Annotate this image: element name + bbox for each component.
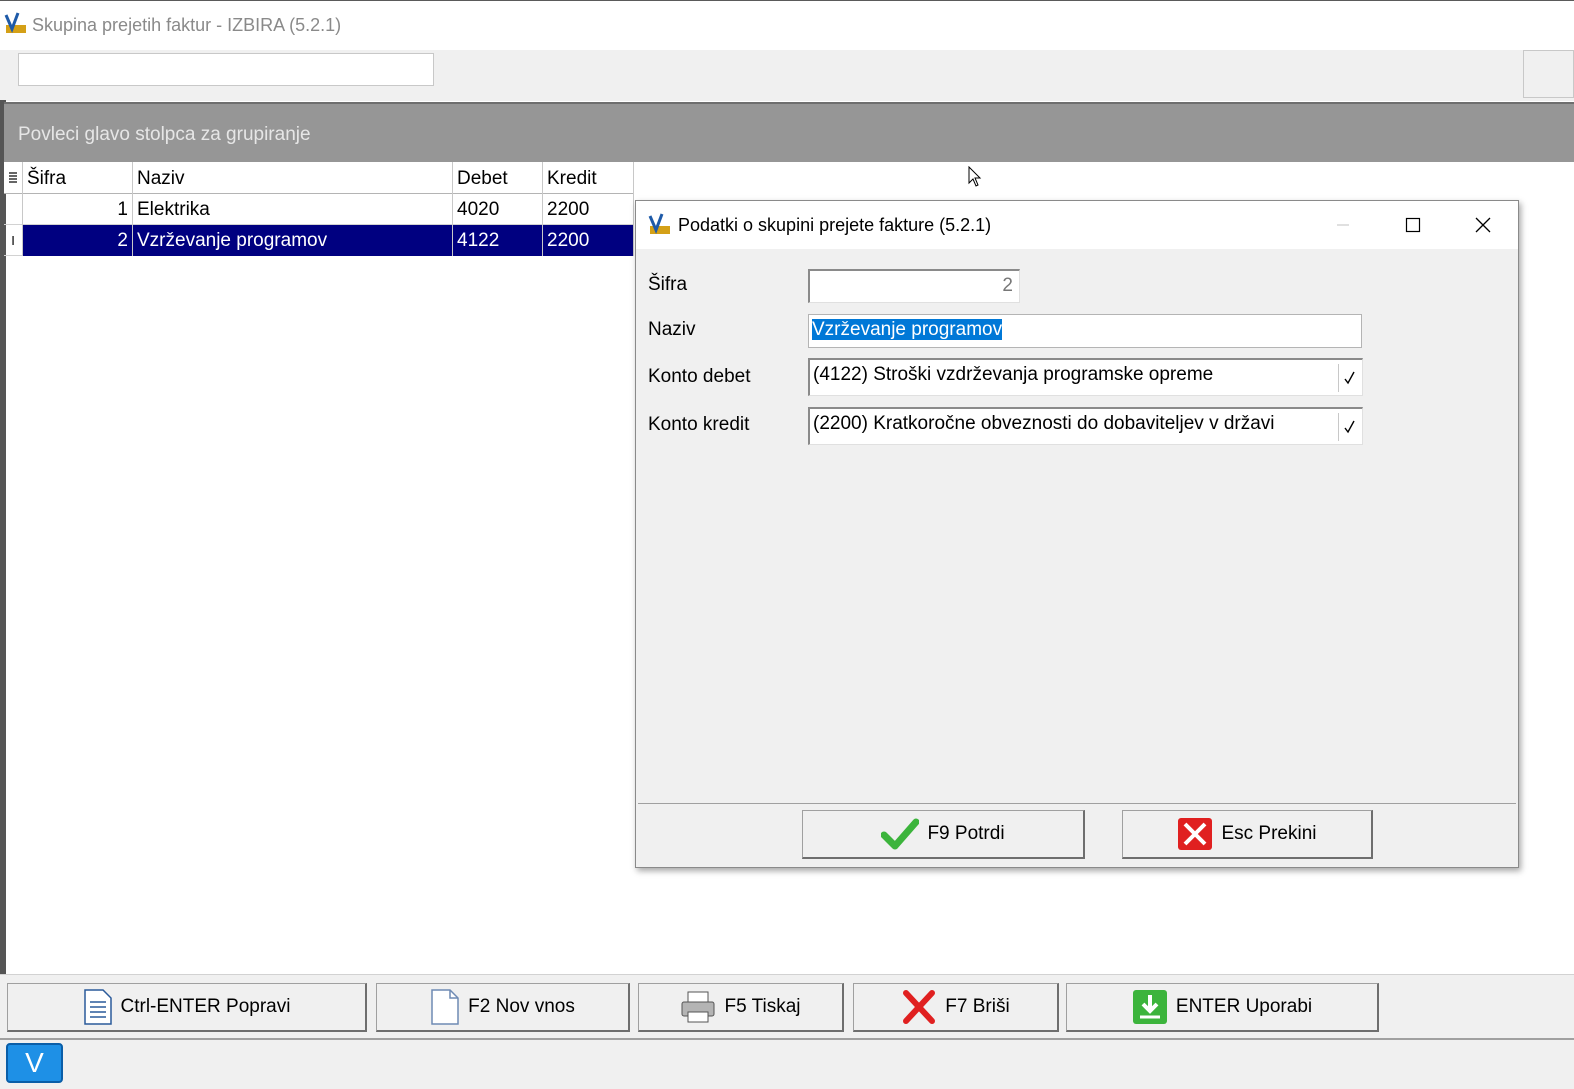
cell-kredit[interactable]: 2200 <box>543 225 634 256</box>
new-document-icon <box>431 989 459 1025</box>
table-row[interactable]: 1 Elektrika 4020 2200 <box>4 194 634 225</box>
sifra-field[interactable]: 2 <box>808 269 1020 303</box>
app-logo-icon <box>648 213 670 235</box>
dialog-title: Podatki o skupini prejete fakture (5.2.1… <box>678 215 992 235</box>
print-button[interactable]: F5 Tiskaj <box>638 983 844 1032</box>
checkmark-icon <box>881 818 920 850</box>
use-button-label: ENTER Uporabi <box>1175 996 1313 1017</box>
data-grid: Šifra Naziv Debet Kredit 1 Elektrika 402… <box>4 162 634 256</box>
konto-kredit-combobox[interactable]: (2200) Kratkoročne obveznosti do dobavit… <box>808 407 1363 445</box>
edit-dialog: Podatki o skupini prejete fakture (5.2.1… <box>635 200 1519 868</box>
column-chooser-icon[interactable] <box>4 162 23 194</box>
close-icon <box>1475 217 1491 233</box>
konto-kredit-value: (2200) Kratkoročne obveznosti do dobavit… <box>813 413 1275 434</box>
cell-sifra[interactable]: 2 <box>23 225 133 256</box>
delete-button[interactable]: F7 Briši <box>853 983 1059 1032</box>
maximize-icon <box>1405 217 1421 233</box>
combo-check-icon <box>1343 371 1355 385</box>
konto-kredit-dropdown-button[interactable] <box>1338 413 1360 441</box>
column-header-debet[interactable]: Debet <box>453 162 543 194</box>
toolbar-right-button[interactable] <box>1523 50 1574 98</box>
cancel-x-icon <box>1178 818 1213 850</box>
konto-kredit-label: Konto kredit <box>648 414 750 435</box>
printer-icon <box>681 991 715 1023</box>
bottom-toolbar: Ctrl-ENTER Popravi F2 Nov vnos F5 Tiskaj… <box>0 974 1574 1038</box>
cell-kredit[interactable]: 2200 <box>543 194 634 225</box>
combo-check-icon <box>1343 420 1355 434</box>
delete-x-icon <box>903 990 936 1024</box>
cell-sifra[interactable]: 1 <box>23 194 133 225</box>
konto-debet-dropdown-button[interactable] <box>1338 364 1360 392</box>
column-header-naziv[interactable]: Naziv <box>133 162 453 194</box>
document-icon <box>83 989 112 1025</box>
new-entry-button[interactable]: F2 Nov vnos <box>376 983 630 1032</box>
print-button-label: F5 Tiskaj <box>724 996 801 1017</box>
column-header-sifra[interactable]: Šifra <box>23 162 133 194</box>
dialog-footer: F9 Potrdi Esc Prekini <box>638 803 1516 865</box>
close-button[interactable] <box>1448 201 1518 249</box>
mouse-pointer-icon <box>968 166 982 187</box>
cell-naziv[interactable]: Elektrika <box>133 194 453 225</box>
search-input[interactable] <box>18 53 434 86</box>
v-menu-button[interactable]: V <box>6 1043 63 1083</box>
table-row-selected[interactable]: I 2 Vzrževanje programov 4122 2200 <box>4 225 634 256</box>
konto-debet-value: (4122) Stroški vzdrževanja programske op… <box>813 364 1214 385</box>
naziv-field[interactable]: Vzrževanje programov <box>808 314 1362 348</box>
naziv-selected-text: Vzrževanje programov <box>812 319 1003 340</box>
cancel-button[interactable]: Esc Prekini <box>1122 810 1373 859</box>
cell-naziv[interactable]: Vzrževanje programov <box>133 225 453 256</box>
download-icon <box>1132 990 1167 1024</box>
grid-header: Šifra Naziv Debet Kredit <box>4 162 634 194</box>
naziv-label: Naziv <box>648 319 696 340</box>
top-toolbar <box>0 50 1574 101</box>
row-indicator: I <box>4 225 23 256</box>
use-button[interactable]: ENTER Uporabi <box>1066 983 1379 1032</box>
column-header-kredit[interactable]: Kredit <box>543 162 634 194</box>
minimize-icon <box>1337 224 1349 226</box>
delete-button-label: F7 Briši <box>945 996 1010 1017</box>
row-indicator <box>4 194 23 225</box>
cancel-button-label: Esc Prekini <box>1221 823 1317 844</box>
konto-debet-combobox[interactable]: (4122) Stroški vzdrževanja programske op… <box>808 358 1363 396</box>
new-entry-button-label: F2 Nov vnos <box>468 996 575 1017</box>
konto-debet-label: Konto debet <box>648 366 751 387</box>
dialog-title-bar[interactable]: Podatki o skupini prejete fakture (5.2.1… <box>636 201 1518 249</box>
cell-debet[interactable]: 4122 <box>453 225 543 256</box>
confirm-button[interactable]: F9 Potrdi <box>802 810 1085 859</box>
app-logo-icon <box>4 12 26 34</box>
window-title: Skupina prejetih faktur - IZBIRA (5.2.1) <box>32 15 342 35</box>
group-by-hint: Povleci glavo stolpca za grupiranje <box>18 124 311 145</box>
confirm-button-label: F9 Potrdi <box>927 823 1005 844</box>
status-bar: V <box>0 1038 1574 1089</box>
sifra-label: Šifra <box>648 274 688 295</box>
cell-debet[interactable]: 4020 <box>453 194 543 225</box>
edit-button[interactable]: Ctrl-ENTER Popravi <box>7 983 367 1032</box>
group-by-panel[interactable]: Povleci glavo stolpca za grupiranje <box>4 102 1574 162</box>
minimize-button[interactable] <box>1308 201 1378 249</box>
edit-button-label: Ctrl-ENTER Popravi <box>120 996 291 1017</box>
main-title-bar: Skupina prejetih faktur - IZBIRA (5.2.1) <box>0 0 1574 50</box>
maximize-button[interactable] <box>1378 201 1448 249</box>
